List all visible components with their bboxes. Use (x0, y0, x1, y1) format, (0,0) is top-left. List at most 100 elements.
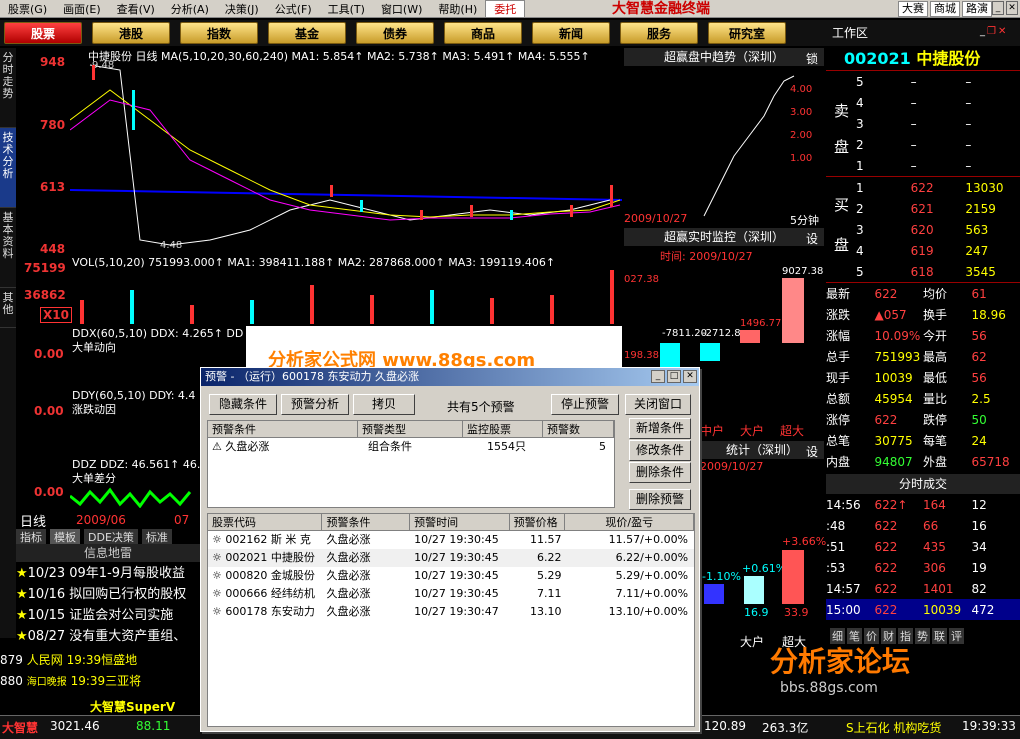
sell-row[interactable]: 5 – – (856, 71, 1020, 92)
index-value[interactable]: 3021.46 (50, 719, 100, 733)
list-item[interactable]: ★08/27 没有重大资产重组、 (16, 626, 200, 647)
lock-button[interactable]: 锁 (806, 50, 818, 67)
nav-stocks[interactable]: 股票 (4, 22, 82, 44)
menu-trade[interactable]: 委托 (485, 0, 526, 18)
table-row[interactable]: ⚠ 久盘必涨 组合条件 1554只 5 (208, 438, 614, 456)
workarea-label[interactable]: 工作区 (832, 24, 868, 41)
column-header[interactable]: 预警数 (543, 421, 614, 437)
nav-hk[interactable]: 港股 (92, 22, 170, 44)
column-header[interactable]: 现价/盈亏 (565, 514, 695, 530)
stats-settings-button[interactable]: 设 (806, 443, 818, 460)
turnover-value[interactable]: 263.3亿 (762, 719, 808, 736)
nav-commodities[interactable]: 商品 (444, 22, 522, 44)
minimize-icon[interactable]: _ (980, 26, 985, 37)
sell-row[interactable]: 3 – – (856, 113, 1020, 134)
menu-tools[interactable]: 工具(T) (320, 1, 373, 17)
contest-link[interactable]: 大赛 (898, 1, 928, 17)
add-condition-button[interactable]: 新增条件 (629, 418, 691, 439)
buy-row[interactable]: 4 619 247 (856, 240, 1020, 261)
sell-row[interactable]: 4 – – (856, 92, 1020, 113)
list-item[interactable]: 880 海口晚报 19:39三亚将 (0, 671, 200, 692)
table-row[interactable]: ☼ 002162 斯 米 克 久盘必涨 10/27 19:30:45 11.57… (208, 531, 694, 549)
menu-screen[interactable]: 画面(E) (55, 1, 109, 17)
nav-bonds[interactable]: 债券 (356, 22, 434, 44)
table-row[interactable]: ☼ 000820 金城股份 久盘必涨 10/27 19:30:45 5.29 5… (208, 567, 694, 585)
index-value[interactable]: 120.89 (704, 719, 746, 733)
stop-alert-button[interactable]: 停止预警 (551, 394, 619, 415)
list-item[interactable]: ★10/15 证监会对公司实施 (16, 605, 200, 626)
volume-chart[interactable] (70, 270, 622, 324)
index-value[interactable]: 88.11 (136, 719, 170, 733)
nav-service[interactable]: 服务 (620, 22, 698, 44)
minimize-icon[interactable]: _ (992, 1, 1004, 15)
menu-window[interactable]: 窗口(W) (373, 1, 430, 17)
candlestick-chart[interactable] (70, 60, 622, 254)
dialog-title[interactable]: 预警 - （运行）600178 东安动力 久盘必涨 (201, 368, 699, 386)
maximize-icon[interactable]: □ (667, 370, 681, 383)
sell-row[interactable]: 2 – – (856, 134, 1020, 155)
tab-indicators[interactable]: 指标 (16, 529, 46, 545)
tab-fundamentals[interactable]: 基本资料 (0, 208, 16, 288)
monitor-bars[interactable] (660, 278, 810, 368)
column-header[interactable]: 股票代码 (208, 514, 323, 530)
menu-decision[interactable]: 决策(J) (217, 1, 267, 17)
menu-analysis[interactable]: 分析(A) (163, 1, 217, 17)
nav-news[interactable]: 新闻 (532, 22, 610, 44)
menu-formula[interactable]: 公式(F) (267, 1, 320, 17)
table-row[interactable]: ☼ 000666 经纬纺机 久盘必涨 10/27 19:30:45 7.11 7… (208, 585, 694, 603)
tab-intraday[interactable]: 分时走势 (0, 48, 16, 128)
tab-other[interactable]: 其他 (0, 288, 16, 328)
close-icon[interactable]: ✕ (683, 370, 697, 383)
copy-button[interactable]: 拷贝 (353, 394, 415, 415)
list-item[interactable]: 879 人民网 19:39恒盛地 (0, 650, 200, 671)
nav-index[interactable]: 指数 (180, 22, 258, 44)
nav-research[interactable]: 研究室 (708, 22, 786, 44)
column-header[interactable]: 预警条件 (322, 514, 411, 530)
buy-row[interactable]: 5 618 3545 (856, 261, 1020, 282)
shop-link[interactable]: 商城 (930, 1, 960, 17)
monitor-settings-button[interactable]: 设 (806, 230, 818, 247)
alert-analysis-button[interactable]: 预警分析 (281, 394, 349, 415)
minimize-icon[interactable]: _ (651, 370, 665, 383)
ticks-title[interactable]: 分时成交 (826, 474, 1020, 494)
buy-row[interactable]: 3 620 563 (856, 219, 1020, 240)
volume: – (965, 74, 972, 89)
menu-stock[interactable]: 股票(G) (0, 1, 55, 17)
menu-help[interactable]: 帮助(H) (430, 1, 485, 17)
buy-row[interactable]: 2 621 2159 (856, 198, 1020, 219)
info-value: 56 (971, 328, 987, 343)
restore-icon[interactable]: ❐ (987, 26, 996, 37)
column-header[interactable]: 预警价格 (510, 514, 566, 530)
delete-condition-button[interactable]: 删除条件 (629, 462, 691, 483)
sell-row[interactable]: 1 – – (856, 155, 1020, 176)
marquee-text[interactable]: S上石化 机构吃货 (846, 719, 941, 736)
tab-dde[interactable]: DDE决策 (84, 529, 138, 545)
table-row[interactable]: ☼ 002021 中捷股份 久盘必涨 10/27 19:30:45 6.22 6… (208, 549, 694, 567)
column-header[interactable]: 预警时间 (410, 514, 510, 530)
buy-row[interactable]: 1 622 13030 (856, 177, 1020, 198)
alert-price: 7.11 (537, 587, 562, 600)
logo[interactable]: 大智慧 (2, 719, 38, 736)
column-header[interactable]: 预警条件 (208, 421, 358, 437)
close-icon[interactable]: ✕ (1006, 1, 1018, 15)
delete-alert-button[interactable]: 删除预警 (629, 489, 691, 510)
tab-standard[interactable]: 标准 (141, 529, 172, 545)
list-item[interactable]: ★10/16 拟回购已行权的股权 (16, 584, 200, 605)
hide-conditions-button[interactable]: 隐藏条件 (209, 394, 277, 415)
axis-label: 0.00 (34, 404, 64, 418)
close-window-button[interactable]: 关闭窗口 (625, 394, 691, 415)
news-title[interactable]: 信息地雷 (16, 544, 200, 562)
roadshow-link[interactable]: 路演 (962, 1, 992, 17)
table-row[interactable]: ☼ 600178 东安动力 久盘必涨 10/27 19:30:47 13.10 … (208, 603, 694, 621)
tab-templates[interactable]: 模板 (50, 529, 80, 545)
list-item[interactable]: ★10/23 09年1-9月每股收益 (16, 563, 200, 584)
close-icon[interactable]: ✕ (998, 26, 1006, 37)
tab-technical[interactable]: 技术分析 (0, 128, 16, 208)
column-header[interactable]: 监控股票 (463, 421, 543, 437)
edit-condition-button[interactable]: 修改条件 (629, 440, 691, 461)
tick-row: :51 622 435 34 (826, 536, 1020, 557)
menu-view[interactable]: 查看(V) (109, 1, 163, 17)
period-label[interactable]: 日线 (20, 511, 46, 530)
column-header[interactable]: 预警类型 (358, 421, 463, 437)
nav-funds[interactable]: 基金 (268, 22, 346, 44)
